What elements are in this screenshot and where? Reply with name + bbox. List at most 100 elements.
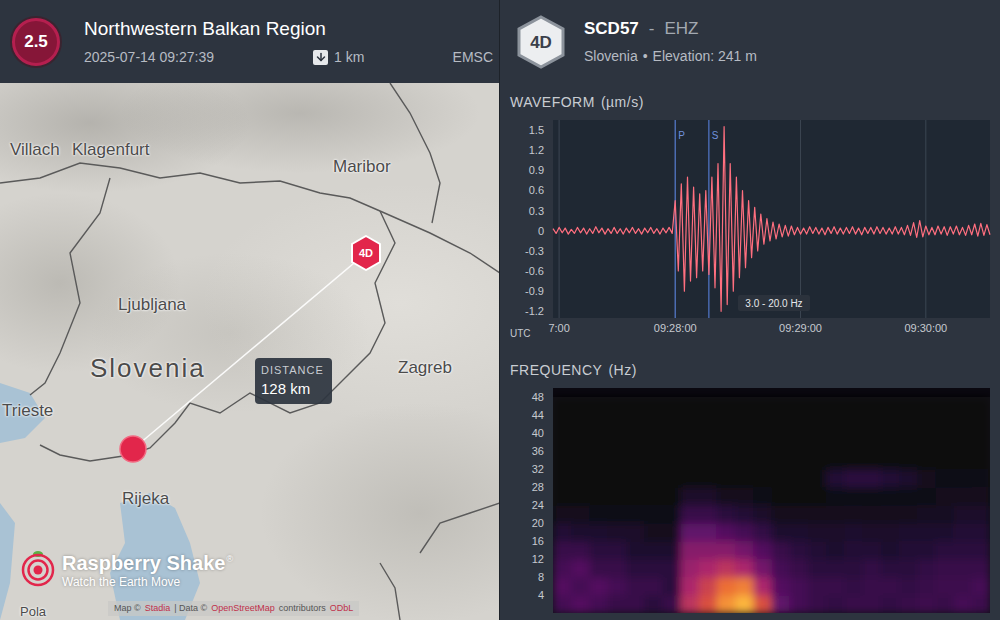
spectrogram-cell bbox=[954, 595, 973, 613]
distance-line bbox=[133, 253, 366, 449]
distance-tooltip: DISTANCE128 km bbox=[255, 358, 332, 404]
spectrogram-cell bbox=[589, 541, 608, 560]
y-tick-label: 1.2 bbox=[529, 144, 544, 156]
spectrogram-cell bbox=[826, 541, 845, 560]
spectrogram-cell bbox=[772, 577, 791, 596]
spectrogram-cell bbox=[608, 559, 627, 578]
spectrogram-cell bbox=[553, 469, 572, 488]
spectrogram-cell bbox=[790, 595, 809, 613]
depth-arrow-icon bbox=[313, 50, 328, 65]
spectrogram-cell bbox=[772, 487, 791, 506]
spectrogram-cell bbox=[844, 595, 863, 613]
map-label: Ljubljana bbox=[118, 295, 186, 315]
spectrogram-cell bbox=[935, 451, 954, 470]
spectrogram-cell bbox=[680, 541, 699, 560]
attribution-link[interactable]: OpenStreetMap bbox=[211, 603, 275, 614]
spectrogram-cell bbox=[808, 469, 827, 488]
spectrogram-cell bbox=[972, 505, 990, 524]
frequency-title: FREQUENCY(Hz) bbox=[500, 340, 1000, 379]
spectrogram-cell bbox=[735, 451, 754, 470]
spectrogram-cell bbox=[881, 595, 900, 613]
raspberry-shake-logo[interactable]: Raspberry Shake®Watch the Earth Move bbox=[20, 548, 233, 589]
spectrogram-cell bbox=[662, 397, 681, 416]
logo-mark: ® bbox=[226, 554, 233, 564]
filter-badge-bg bbox=[738, 295, 810, 311]
spectrogram-cell bbox=[917, 487, 936, 506]
spectrogram-cell bbox=[772, 505, 791, 524]
spectrogram-cell bbox=[680, 487, 699, 506]
phase-line bbox=[708, 120, 709, 318]
spectrogram-cell bbox=[571, 415, 590, 434]
spectrogram-cell bbox=[589, 523, 608, 542]
spectrogram-cell bbox=[881, 397, 900, 416]
logo-text: Raspberry Shake®Watch the Earth Move bbox=[62, 548, 233, 589]
spectrogram-cell bbox=[808, 451, 827, 470]
spectrogram-cell bbox=[844, 397, 863, 416]
station-marker[interactable]: 4D bbox=[350, 235, 382, 271]
network-badge-hex bbox=[519, 17, 563, 67]
spectrogram-cell bbox=[808, 595, 827, 613]
spectrogram-cell bbox=[772, 559, 791, 578]
spectrogram-cell bbox=[553, 577, 572, 596]
spectrogram-cell bbox=[935, 559, 954, 578]
map-label: Maribor bbox=[333, 157, 391, 177]
spectrogram-cell bbox=[808, 505, 827, 524]
spectrogram-cell bbox=[808, 397, 827, 416]
spectrogram-cell bbox=[790, 541, 809, 560]
map[interactable]: VillachKlagenfurtMariborLjubljanaSloveni… bbox=[0, 83, 499, 620]
spectrogram-cell bbox=[753, 415, 772, 434]
spectrogram-cell bbox=[553, 595, 572, 613]
spectrogram-cell bbox=[899, 559, 918, 578]
spectrogram-cell bbox=[826, 595, 845, 613]
y-tick-label: 48 bbox=[532, 391, 544, 403]
spectrogram-cell bbox=[935, 541, 954, 560]
spectrogram-cell bbox=[553, 505, 572, 524]
spectrogram-cell bbox=[735, 415, 754, 434]
spectrogram-cell bbox=[844, 559, 863, 578]
y-tick-label: 44 bbox=[532, 409, 544, 421]
station-bullet: • bbox=[643, 48, 648, 65]
event-agency: EMSC bbox=[453, 49, 493, 66]
spectrogram-cell bbox=[753, 505, 772, 524]
spectrogram-cell bbox=[844, 469, 863, 488]
spectrogram-cell bbox=[826, 559, 845, 578]
spectrogram-cell bbox=[790, 469, 809, 488]
spectrogram-cell bbox=[662, 523, 681, 542]
spectrogram-cell bbox=[753, 559, 772, 578]
spectrogram-cell bbox=[553, 559, 572, 578]
event-marker[interactable] bbox=[120, 436, 146, 462]
spectrogram-cell bbox=[881, 433, 900, 452]
spectrogram-cell bbox=[735, 505, 754, 524]
spectrogram-cell bbox=[917, 433, 936, 452]
spectrogram-cell bbox=[917, 397, 936, 416]
spectrogram-cell bbox=[699, 559, 718, 578]
spectrogram-cell bbox=[571, 541, 590, 560]
spectrogram-cell bbox=[935, 397, 954, 416]
spectrogram-cell bbox=[589, 397, 608, 416]
y-tick-label: -0.9 bbox=[525, 285, 544, 297]
spectrogram-chart: 4844403632282420161284 bbox=[505, 386, 995, 618]
spectrogram-cell bbox=[863, 559, 882, 578]
spectrogram-cell bbox=[608, 451, 627, 470]
y-tick-label: 0.9 bbox=[529, 164, 544, 176]
event-meta: 2025-07-14 09:27:391 kmEMSC bbox=[84, 49, 493, 66]
spectrogram-cell bbox=[972, 397, 990, 416]
phase-label: P bbox=[678, 130, 685, 141]
spectrogram-cell bbox=[935, 595, 954, 613]
spectrogram-cell bbox=[790, 433, 809, 452]
spectrogram-cell bbox=[899, 469, 918, 488]
attribution-link[interactable]: ODbL bbox=[330, 603, 354, 614]
spectrogram-cell bbox=[917, 559, 936, 578]
map-drawing bbox=[0, 83, 499, 620]
spectrogram-cell bbox=[608, 487, 627, 506]
attribution-link[interactable]: Stadia bbox=[145, 603, 171, 614]
spectrogram-cell bbox=[972, 469, 990, 488]
spectrogram-cell bbox=[553, 541, 572, 560]
spectrogram-cell bbox=[553, 451, 572, 470]
spectrogram-cell bbox=[863, 487, 882, 506]
spectrogram-cell bbox=[790, 505, 809, 524]
spectrogram-cell bbox=[772, 595, 791, 613]
y-tick-label: 12 bbox=[532, 553, 544, 565]
spectrogram-cell bbox=[972, 595, 990, 613]
spectrogram-cell bbox=[571, 397, 590, 416]
